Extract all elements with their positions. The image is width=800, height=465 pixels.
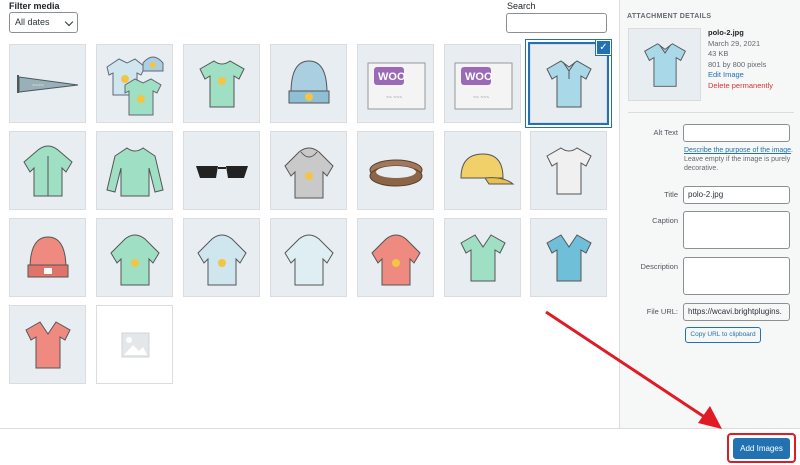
edit-image-link[interactable]: Edit Image — [708, 70, 773, 81]
media-thumb-hoodie-bundle[interactable] — [96, 44, 173, 123]
attachment-preview — [628, 28, 701, 101]
svg-text:WOO: WOO — [378, 71, 406, 83]
media-thumb-woo-poster-2[interactable]: WOO ~~ ~~~ — [444, 44, 521, 123]
svg-text:~~~~: ~~~~ — [32, 83, 44, 89]
date-filter-select[interactable]: All dates — [9, 12, 78, 33]
media-thumb-hoodie-red[interactable] — [357, 218, 434, 297]
media-thumb-hoodie-light[interactable] — [270, 218, 347, 297]
alt-text-label: Alt Text — [653, 128, 678, 137]
media-thumb-pennant[interactable]: ~~~~ — [9, 44, 86, 123]
polo-icon — [546, 60, 592, 108]
tshirt-white-icon — [546, 147, 592, 195]
media-thumb-longsleeve[interactable] — [96, 131, 173, 210]
file-url-label: File URL: — [646, 307, 678, 316]
vneck-green-icon — [460, 234, 506, 282]
add-images-button[interactable]: Add Images — [733, 438, 790, 459]
media-thumb-belt[interactable] — [357, 131, 434, 210]
media-thumb-hoodie-blue[interactable] — [183, 218, 260, 297]
hoodie-zip-icon — [23, 145, 73, 197]
media-thumb-placeholder[interactable] — [96, 305, 173, 384]
media-thumb-vneck-red[interactable] — [9, 305, 86, 384]
beanie-icon — [288, 60, 330, 104]
hoodie-gray-icon — [284, 147, 334, 199]
alt-text-help: Describe the purpose of the image. Leave… — [684, 146, 794, 173]
media-thumb-cap[interactable] — [444, 131, 521, 210]
cap-icon — [460, 153, 515, 185]
sunglasses-icon — [196, 166, 248, 178]
image-placeholder-icon — [121, 332, 150, 358]
description-label: Description — [640, 262, 678, 271]
caption-label: Caption — [652, 216, 678, 225]
caption-textarea[interactable] — [683, 211, 790, 249]
description-textarea[interactable] — [683, 257, 790, 295]
media-thumb-woo-poster-1[interactable]: WOO ~~ ~~~ — [357, 44, 434, 123]
vneck-blue-icon — [546, 234, 592, 282]
search-input[interactable] — [506, 13, 607, 33]
delete-permanently-link[interactable]: Delete permanently — [708, 81, 773, 92]
svg-text:WOO: WOO — [465, 71, 493, 83]
copy-url-button[interactable]: Copy URL to clipboard — [685, 327, 761, 343]
hoodie-red-icon — [371, 234, 421, 286]
hoodie-bundle-icon — [106, 56, 164, 116]
belt-icon — [369, 159, 423, 187]
media-thumb-vneck-blue[interactable] — [530, 218, 607, 297]
media-thumb-sunglasses[interactable] — [183, 131, 260, 210]
attachment-filename: polo-2.jpg — [708, 28, 744, 37]
divider — [628, 112, 794, 113]
file-url-input[interactable]: https://wcavi.brightplugins. — [683, 303, 790, 321]
media-thumb-hoodie-zip[interactable] — [9, 131, 86, 210]
selected-check-icon[interactable]: ✓ — [596, 40, 611, 55]
filter-media-label: Filter media — [9, 1, 60, 11]
woo-poster-icon: WOO ~~ ~~~ — [367, 62, 426, 110]
attachment-date: March 29, 2021 — [708, 38, 761, 48]
media-thumb-polo-selected[interactable] — [528, 42, 609, 125]
attachment-size: 43 KB — [708, 49, 729, 58]
hoodie-light-icon — [284, 234, 334, 286]
svg-text:~~ ~~~: ~~ ~~~ — [386, 95, 402, 101]
alt-text-input[interactable] — [683, 124, 790, 142]
search-label: Search — [507, 1, 536, 11]
longsleeve-icon — [106, 147, 164, 197]
hoodie-blue-icon — [197, 234, 247, 286]
hoodie-green-icon — [110, 234, 160, 286]
media-modal: Filter media All dates Search ~~~~ WOO ~~… — [0, 0, 800, 465]
polo-icon — [644, 43, 686, 87]
modal-footer — [0, 428, 800, 465]
attachment-dimensions: 801 by 800 pixels — [708, 59, 767, 69]
svg-text:~~ ~~~: ~~ ~~~ — [473, 95, 489, 101]
media-thumb-beanie[interactable] — [270, 44, 347, 123]
pennant-icon: ~~~~ — [17, 75, 79, 93]
attachment-meta: polo-2.jpg March 29, 2021 43 KB 801 by 8… — [708, 28, 773, 91]
attachment-details-heading: ATTACHMENT DETAILS — [627, 13, 712, 20]
date-filter-value: All dates — [15, 17, 50, 27]
media-thumb-tshirt-white[interactable] — [530, 131, 607, 210]
tshirt-icon — [199, 60, 245, 108]
woo-poster-icon: WOO ~~ ~~~ — [454, 62, 513, 110]
chevron-down-icon — [64, 17, 74, 27]
media-thumb-tshirt[interactable] — [183, 44, 260, 123]
title-input[interactable]: polo-2.jpg — [683, 186, 790, 204]
media-thumb-hoodie-green[interactable] — [96, 218, 173, 297]
vneck-red-icon — [25, 321, 71, 369]
alt-text-help-link[interactable]: Describe the purpose of the image — [684, 147, 791, 154]
media-thumb-hoodie-gray[interactable] — [270, 131, 347, 210]
media-thumb-vneck-green[interactable] — [444, 218, 521, 297]
media-thumb-beanie-red[interactable] — [9, 218, 86, 297]
beanie-red-icon — [27, 236, 69, 278]
title-label: Title — [664, 190, 678, 199]
